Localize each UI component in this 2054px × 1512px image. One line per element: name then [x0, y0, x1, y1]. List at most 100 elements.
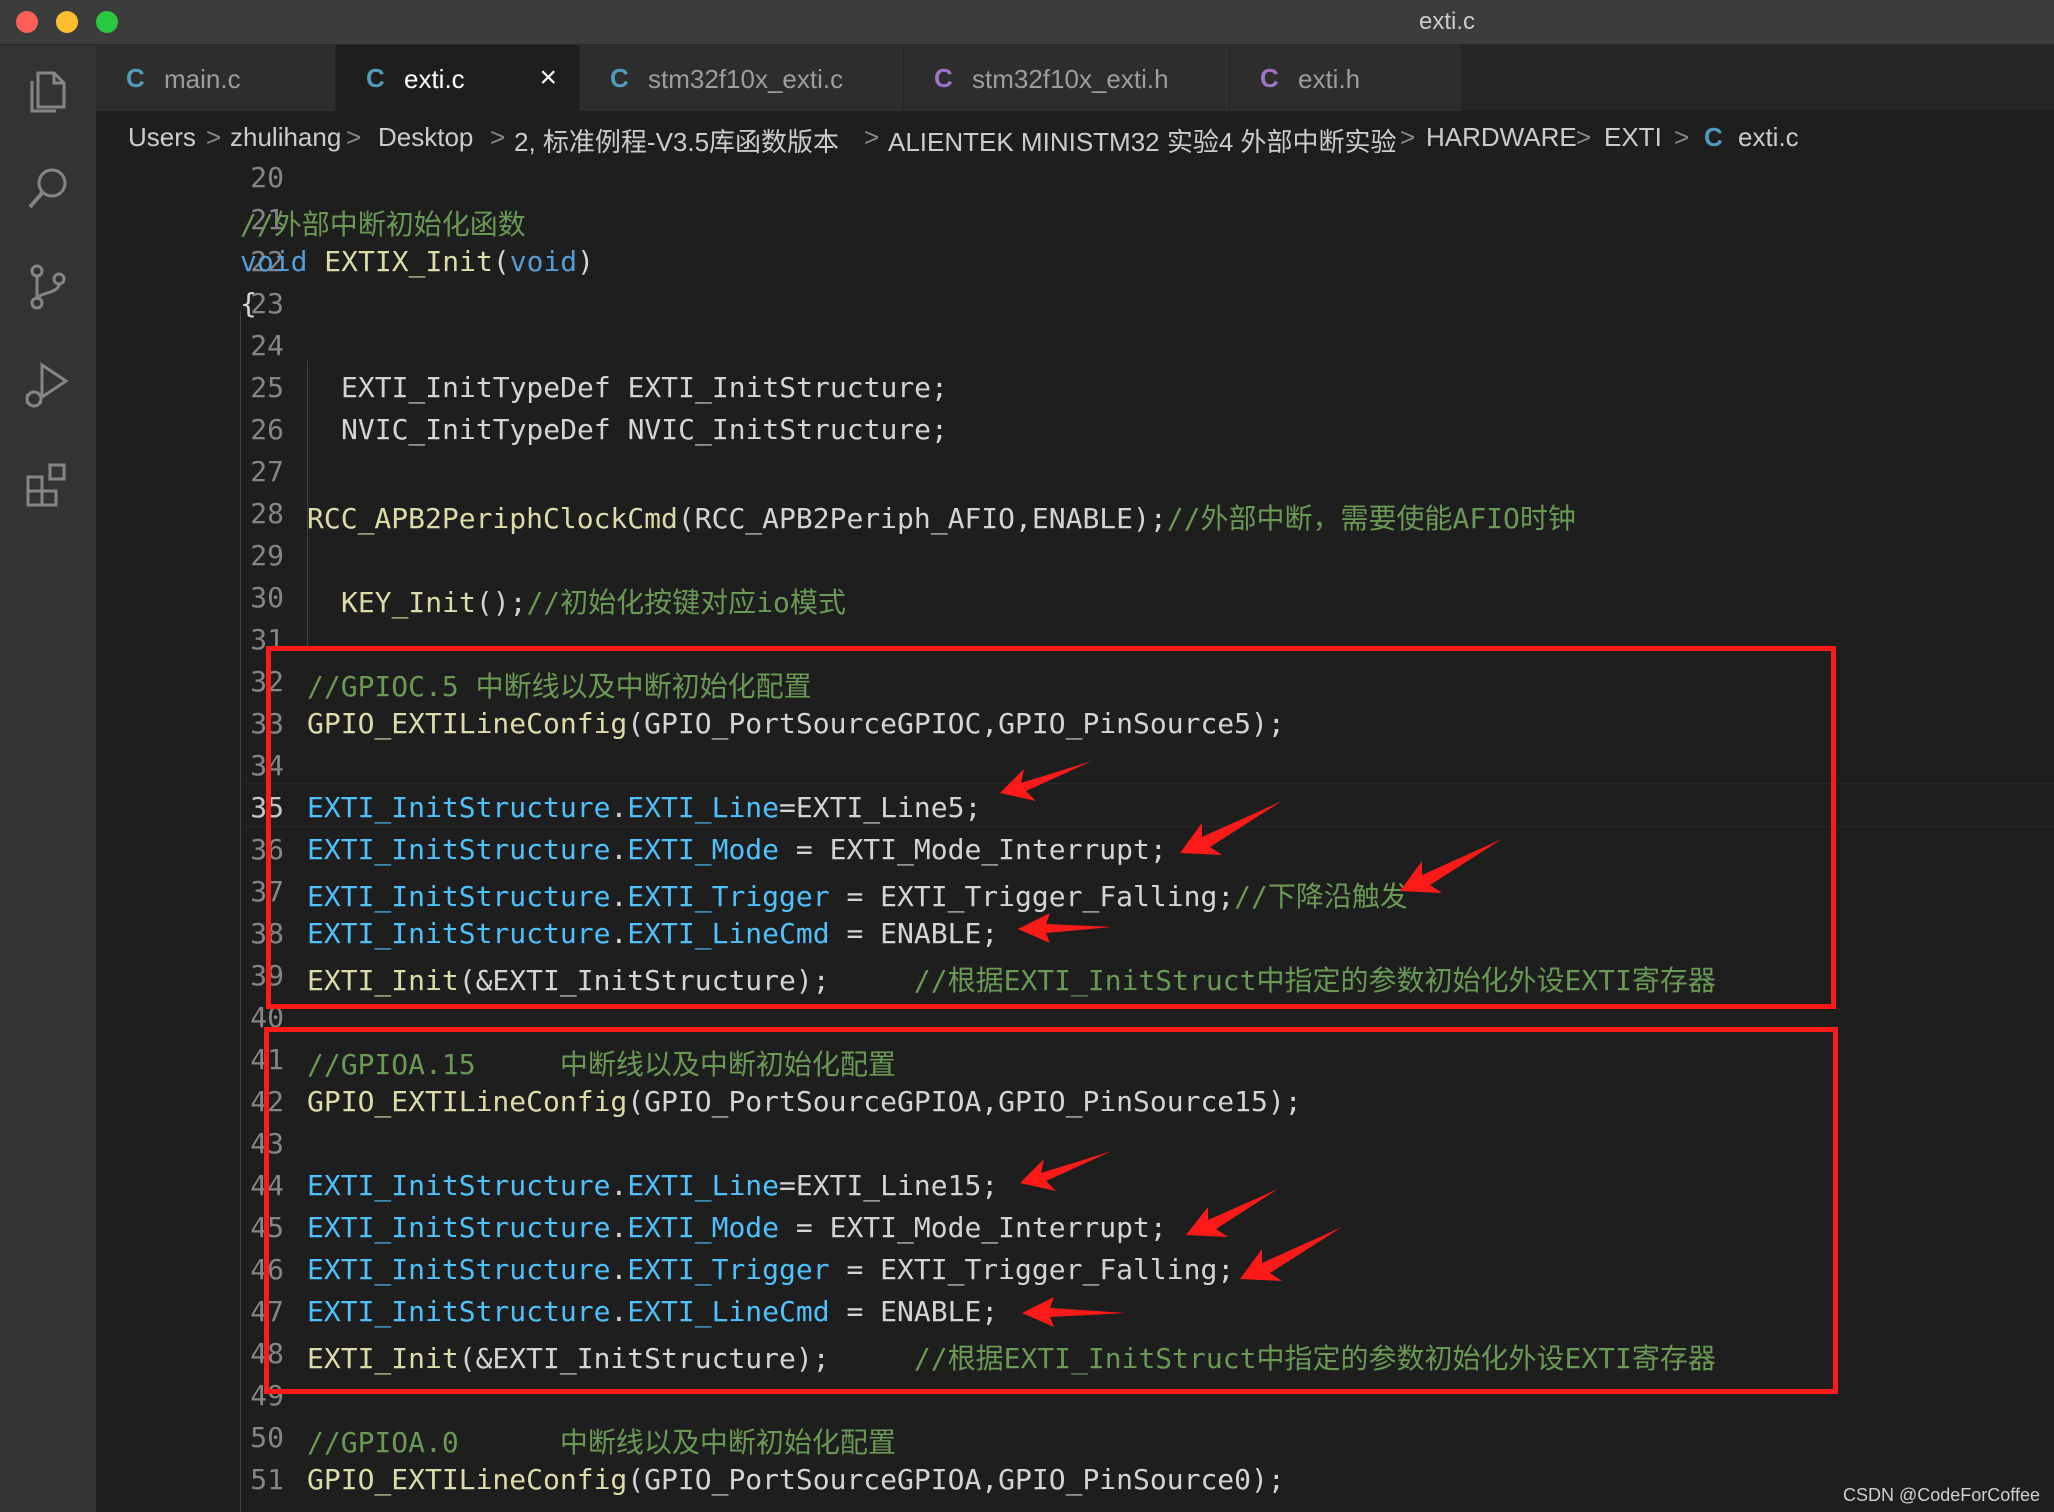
c-file-icon: C: [610, 63, 629, 93]
tab-stm32f10x-exti-c[interactable]: C stm32f10x_exti.c: [580, 45, 904, 111]
tab-main-c[interactable]: C main.c: [96, 45, 336, 111]
activity-bar: [0, 45, 96, 1512]
line-number: 29: [250, 539, 284, 572]
code-comment: //GPIOA.0 中断线以及中断初始化配置: [307, 1426, 896, 1459]
c-file-icon: C: [1704, 122, 1723, 152]
breadcrumb-item[interactable]: Desktop: [378, 122, 473, 153]
line-number: 36: [250, 833, 284, 866]
code-function: KEY_Init: [341, 586, 476, 619]
tab-stm32f10x-exti-h[interactable]: C stm32f10x_exti.h: [904, 45, 1230, 111]
code-text: NVIC_InitTypeDef NVIC_InitStructure;: [341, 413, 948, 446]
breadcrumb-item[interactable]: zhulihang: [230, 122, 341, 153]
line-number: 51: [250, 1463, 284, 1496]
extensions-icon[interactable]: [20, 455, 76, 511]
breadcrumb-separator: >: [864, 122, 880, 152]
code-comment: //外部中断初始化函数: [240, 208, 526, 241]
breadcrumb-separator: >: [490, 122, 506, 152]
c-header-icon: C: [934, 63, 953, 93]
line-number: 50: [250, 1421, 284, 1454]
line-number: 31: [250, 623, 284, 656]
line-number: 24: [250, 329, 284, 362]
code-function: EXTIX_Init: [307, 245, 493, 278]
annotation-box-gpioc5: [266, 646, 1836, 1009]
code-text: (: [492, 245, 510, 278]
breadcrumb-item[interactable]: ALIENTEK MINISTM32 实验4 外部中断实验: [888, 122, 1397, 159]
tab-label: exti.h: [1298, 64, 1361, 94]
arrow-annotation: [1000, 761, 1092, 801]
arrow-annotation: [1022, 1297, 1126, 1327]
arrow-annotation: [1180, 801, 1282, 855]
tab-label: stm32f10x_exti.c: [648, 64, 844, 94]
breadcrumb-separator: >: [1576, 122, 1592, 152]
breadcrumb-item[interactable]: HARDWARE: [1426, 122, 1577, 153]
run-debug-icon[interactable]: [20, 357, 76, 413]
c-header-icon: C: [1260, 63, 1279, 93]
code-line-25: EXTI_InitTypeDef EXTI_InitStructure;: [341, 371, 948, 404]
line-number-current: 35: [250, 791, 284, 824]
code-text: (GPIO_PortSourceGPIOA,GPIO_PinSource0);: [627, 1463, 1285, 1496]
code-editor[interactable]: 20 21 22 23 24 25 26 27 28 29 30 31 32 3…: [96, 161, 2054, 1512]
code-line-30: KEY_Init();//初始化按键对应io模式: [341, 581, 846, 621]
code-text: ();: [475, 586, 527, 619]
line-number: 37: [250, 875, 284, 908]
tab-label: exti.c: [404, 64, 465, 94]
code-text: (RCC_APB2Periph_AFIO,ENABLE);: [677, 502, 1167, 535]
breadcrumb-separator: >: [1674, 122, 1690, 152]
line-number: 39: [250, 959, 284, 992]
arrow-annotation: [1020, 1151, 1112, 1191]
code-text: EXTI_InitTypeDef EXTI_InitStructure;: [341, 371, 948, 404]
close-tab-icon[interactable]: ×: [539, 61, 557, 95]
code-function: GPIO_EXTILineConfig: [307, 1463, 628, 1496]
tab-exti-c[interactable]: C exti.c ×: [336, 45, 580, 111]
line-number: 26: [250, 413, 284, 446]
breadcrumb-separator: >: [206, 122, 222, 152]
code-line-22: void EXTIX_Init(void): [240, 245, 594, 278]
breadcrumb: Users > zhulihang > Desktop > 2, 标准例程-V3…: [96, 111, 2054, 161]
indent-guide: [307, 556, 308, 646]
line-number: 25: [250, 371, 284, 404]
code-text: ): [577, 245, 595, 278]
c-file-icon: C: [366, 63, 385, 93]
arrow-annotation: [1018, 913, 1112, 943]
window-title: exti.c: [1418, 8, 1475, 35]
code-line-23: {: [240, 287, 257, 320]
line-number: 20: [250, 161, 284, 194]
search-icon[interactable]: [20, 161, 76, 217]
indent-guide: [240, 311, 241, 1512]
code-line-51: GPIO_EXTILineConfig(GPIO_PortSourceGPIOA…: [307, 1463, 1285, 1496]
explorer-icon[interactable]: [20, 63, 76, 119]
code-comment: //外部中断，需要使能AFIO时钟: [1166, 502, 1576, 535]
tab-label: main.c: [164, 64, 241, 94]
line-number: 23: [250, 287, 284, 320]
breadcrumb-file[interactable]: exti.c: [1738, 122, 1799, 153]
code-comment: //初始化按键对应io模式: [526, 586, 846, 619]
editor-tab-bar: C main.c C exti.c × C stm32f10x_exti.c C…: [96, 45, 2054, 111]
source-control-icon[interactable]: [20, 259, 76, 315]
watermark: CSDN @CodeForCoffee: [1842, 1485, 2040, 1505]
code-line-26: NVIC_InitTypeDef NVIC_InitStructure;: [341, 413, 948, 446]
tab-exti-h[interactable]: C exti.h: [1230, 45, 1462, 111]
code-line-21: //外部中断初始化函数: [240, 203, 526, 243]
arrow-annotation: [1400, 839, 1502, 893]
line-number: 33: [250, 707, 284, 740]
breadcrumb-item[interactable]: EXTI: [1604, 122, 1662, 153]
line-number: 32: [250, 665, 284, 698]
tab-label: stm32f10x_exti.h: [972, 64, 1169, 94]
arrow-annotation: [1240, 1227, 1342, 1281]
code-line-50: //GPIOA.0 中断线以及中断初始化配置: [307, 1421, 896, 1461]
line-number: 38: [250, 917, 284, 950]
code-function: RCC_APB2PeriphClockCmd: [307, 502, 678, 535]
code-line-28: RCC_APB2PeriphClockCmd(RCC_APB2Periph_AF…: [307, 497, 1576, 537]
breadcrumb-separator: >: [346, 122, 362, 152]
c-file-icon: C: [126, 63, 145, 93]
line-number: 28: [250, 497, 284, 530]
breadcrumb-item[interactable]: Users: [128, 122, 196, 153]
line-number: 27: [250, 455, 284, 488]
code-keyword: void: [509, 245, 578, 278]
line-number: 34: [250, 749, 284, 782]
breadcrumb-item[interactable]: 2, 标准例程-V3.5库函数版本: [514, 122, 839, 159]
code-text: {: [240, 287, 257, 320]
breadcrumb-separator: >: [1400, 122, 1416, 152]
title-bar: exti.c: [0, 0, 2054, 45]
code-keyword: void: [240, 245, 308, 278]
